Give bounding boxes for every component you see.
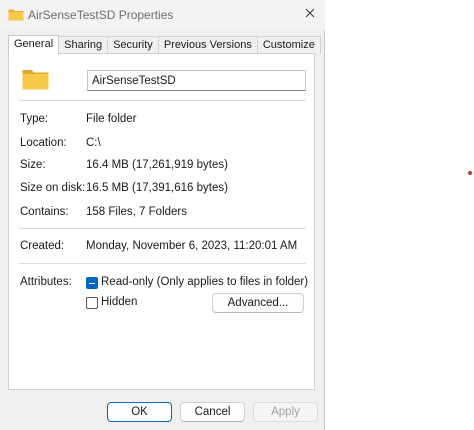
type-value: File folder [86, 113, 137, 125]
folder-icon [8, 8, 24, 21]
close-button[interactable] [298, 3, 322, 25]
tab-sharing[interactable]: Sharing [59, 36, 109, 54]
ok-button[interactable]: OK [107, 402, 172, 422]
desktop-marker [468, 171, 472, 175]
window-title: AirSenseTestSD Properties [28, 8, 174, 22]
advanced-button[interactable]: Advanced... [212, 293, 304, 313]
folder-icon [22, 68, 49, 90]
tab-security[interactable]: Security [108, 36, 159, 54]
title-bar[interactable]: AirSenseTestSD Properties [0, 0, 325, 30]
general-panel: Type: File folder Location: C:\ Size: 16… [8, 53, 315, 390]
type-label: Type: [20, 113, 49, 125]
size-value: 16.4 MB (17,261,919 bytes) [86, 159, 228, 171]
apply-button[interactable]: Apply [253, 402, 318, 422]
size-on-disk-value: 16.5 MB (17,391,616 bytes) [86, 182, 228, 194]
created-label: Created: [20, 240, 65, 252]
divider [19, 100, 306, 101]
contains-value: 158 Files, 7 Folders [86, 206, 187, 218]
close-icon [305, 8, 315, 21]
location-value: C:\ [86, 137, 101, 149]
folder-name-input[interactable] [87, 70, 306, 91]
hidden-checkbox[interactable] [86, 297, 98, 309]
attributes-label: Attributes: [20, 276, 72, 288]
size-on-disk-label: Size on disk: [20, 182, 86, 194]
tab-general[interactable]: General [8, 35, 60, 55]
divider [19, 263, 306, 264]
tab-previous-versions[interactable]: Previous Versions [158, 36, 258, 54]
size-label: Size: [20, 159, 46, 171]
readonly-label[interactable]: Read-only (Only applies to files in fold… [101, 276, 308, 288]
cancel-button[interactable]: Cancel [180, 402, 245, 422]
tab-strip: General Sharing Security Previous Versio… [8, 35, 321, 55]
tab-customize[interactable]: Customize [257, 36, 321, 54]
created-value: Monday, November 6, 2023, 11:20:01 AM [86, 240, 298, 252]
hidden-label[interactable]: Hidden [101, 296, 137, 308]
properties-dialog: AirSenseTestSD Properties General Sharin… [0, 0, 325, 430]
contains-label: Contains: [20, 206, 69, 218]
readonly-checkbox[interactable] [86, 277, 98, 289]
location-label: Location: [20, 137, 67, 149]
divider [19, 228, 306, 229]
